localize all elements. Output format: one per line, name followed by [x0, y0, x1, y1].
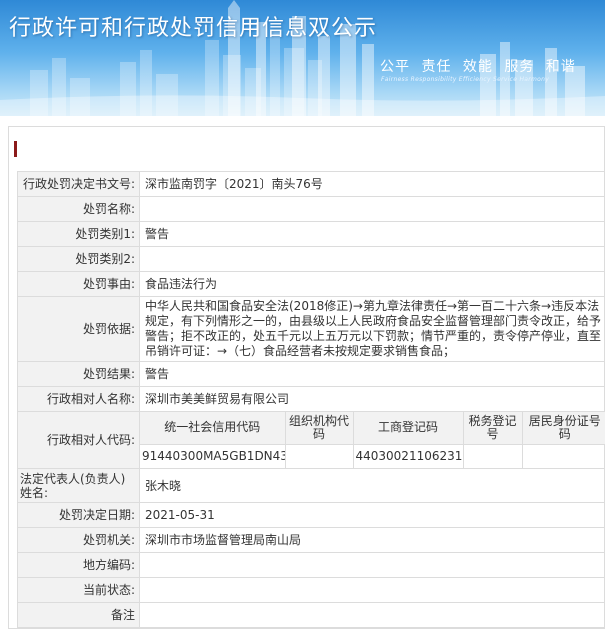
banner-slogan-english: Fairness Responsibility Efficiency Servi…	[381, 76, 550, 83]
field-value: 深圳市美美鲜贸易有限公司	[139, 386, 605, 412]
field-value	[139, 552, 605, 578]
field-value: 中华人民共和国食品安全法(2018修正)→第九章法律责任→第一百二十六条→违反本…	[139, 296, 605, 362]
field-value: 深圳市市场监督管理局南山局	[139, 527, 605, 553]
code-header: 税务登记号	[462, 412, 523, 445]
header-banner: 行政许可和行政处罚信用信息双公示 公平 责任 效能 服务 和谐 Fairness…	[0, 0, 605, 116]
code-value	[284, 443, 354, 468]
field-label: 处罚名称:	[17, 196, 140, 222]
field-label: 法定代表人(负责人)姓名:	[17, 468, 140, 503]
code-header-row: 统一社会信用代码 组织机构代码 工商登记码 税务登记号 居民身份证号码	[140, 412, 605, 445]
field-value	[139, 602, 605, 628]
table-row: 处罚类别2:	[17, 246, 605, 272]
code-value	[462, 443, 523, 468]
field-value	[139, 577, 605, 603]
table-row: 处罚名称:	[17, 196, 605, 222]
field-label: 行政相对人名称:	[17, 386, 140, 412]
field-value: 张木晓	[139, 468, 605, 503]
field-label: 处罚机关:	[17, 527, 140, 553]
table-row: 处罚类别1: 警告	[17, 221, 605, 247]
code-value-row: 91440300MA5GB1DN43 440300211062310	[140, 443, 605, 468]
code-header: 统一社会信用代码	[140, 412, 286, 445]
field-label: 行政处罚决定书文号:	[17, 171, 140, 197]
table-row: 处罚机关: 深圳市市场监督管理局南山局	[17, 527, 605, 553]
table-row: 处罚结果: 警告	[17, 361, 605, 387]
table-row: 备注	[17, 602, 605, 628]
banner-title: 行政许可和行政处罚信用信息双公示	[9, 16, 378, 41]
section-accent-bar	[14, 141, 17, 157]
field-value	[139, 196, 605, 222]
code-subtable-cell: 统一社会信用代码 组织机构代码 工商登记码 税务登记号 居民身份证号码 9144…	[139, 411, 605, 469]
table-row: 处罚决定日期: 2021-05-31	[17, 502, 605, 528]
field-label: 处罚结果:	[17, 361, 140, 387]
field-label: 当前状态:	[17, 577, 140, 603]
field-label: 处罚决定日期:	[17, 502, 140, 528]
table-row: 法定代表人(负责人)姓名: 张木晓	[17, 468, 605, 503]
code-value: 440300211062310	[352, 443, 464, 468]
table-row: 行政相对人代码: 统一社会信用代码 组织机构代码 工商登记码 税务登记号 居民身…	[17, 411, 605, 469]
field-label: 处罚事由:	[17, 271, 140, 297]
record-panel: 行政处罚决定书文号: 深市监南罚字〔2021〕南头76号 处罚名称: 处罚类别1…	[8, 126, 605, 629]
code-value: 91440300MA5GB1DN43	[140, 443, 286, 468]
record-table: 行政处罚决定书文号: 深市监南罚字〔2021〕南头76号 处罚名称: 处罚类别1…	[17, 171, 605, 628]
table-row: 当前状态:	[17, 577, 605, 603]
field-label: 处罚类别1:	[17, 221, 140, 247]
code-header: 居民身份证号码	[521, 412, 605, 445]
code-subtable: 统一社会信用代码 组织机构代码 工商登记码 税务登记号 居民身份证号码 9144…	[140, 412, 605, 468]
field-label: 处罚依据:	[17, 296, 140, 362]
table-row: 处罚依据: 中华人民共和国食品安全法(2018修正)→第九章法律责任→第一百二十…	[17, 296, 605, 362]
field-value	[139, 246, 605, 272]
banner-slogan: 公平 责任 效能 服务 和谐	[380, 59, 576, 75]
field-value: 警告	[139, 221, 605, 247]
table-row: 行政处罚决定书文号: 深市监南罚字〔2021〕南头76号	[17, 171, 605, 197]
code-header: 工商登记码	[352, 412, 464, 445]
code-header: 组织机构代码	[284, 412, 354, 445]
field-label: 地方编码:	[17, 552, 140, 578]
field-label: 处罚类别2:	[17, 246, 140, 272]
field-value: 警告	[139, 361, 605, 387]
code-value	[521, 443, 605, 468]
table-row: 行政相对人名称: 深圳市美美鲜贸易有限公司	[17, 386, 605, 412]
field-value: 2021-05-31	[139, 502, 605, 528]
table-row: 地方编码:	[17, 552, 605, 578]
field-value: 食品违法行为	[139, 271, 605, 297]
field-value: 深市监南罚字〔2021〕南头76号	[139, 171, 605, 197]
table-row: 处罚事由: 食品违法行为	[17, 271, 605, 297]
field-label: 行政相对人代码:	[17, 411, 140, 469]
field-label: 备注	[17, 602, 140, 628]
